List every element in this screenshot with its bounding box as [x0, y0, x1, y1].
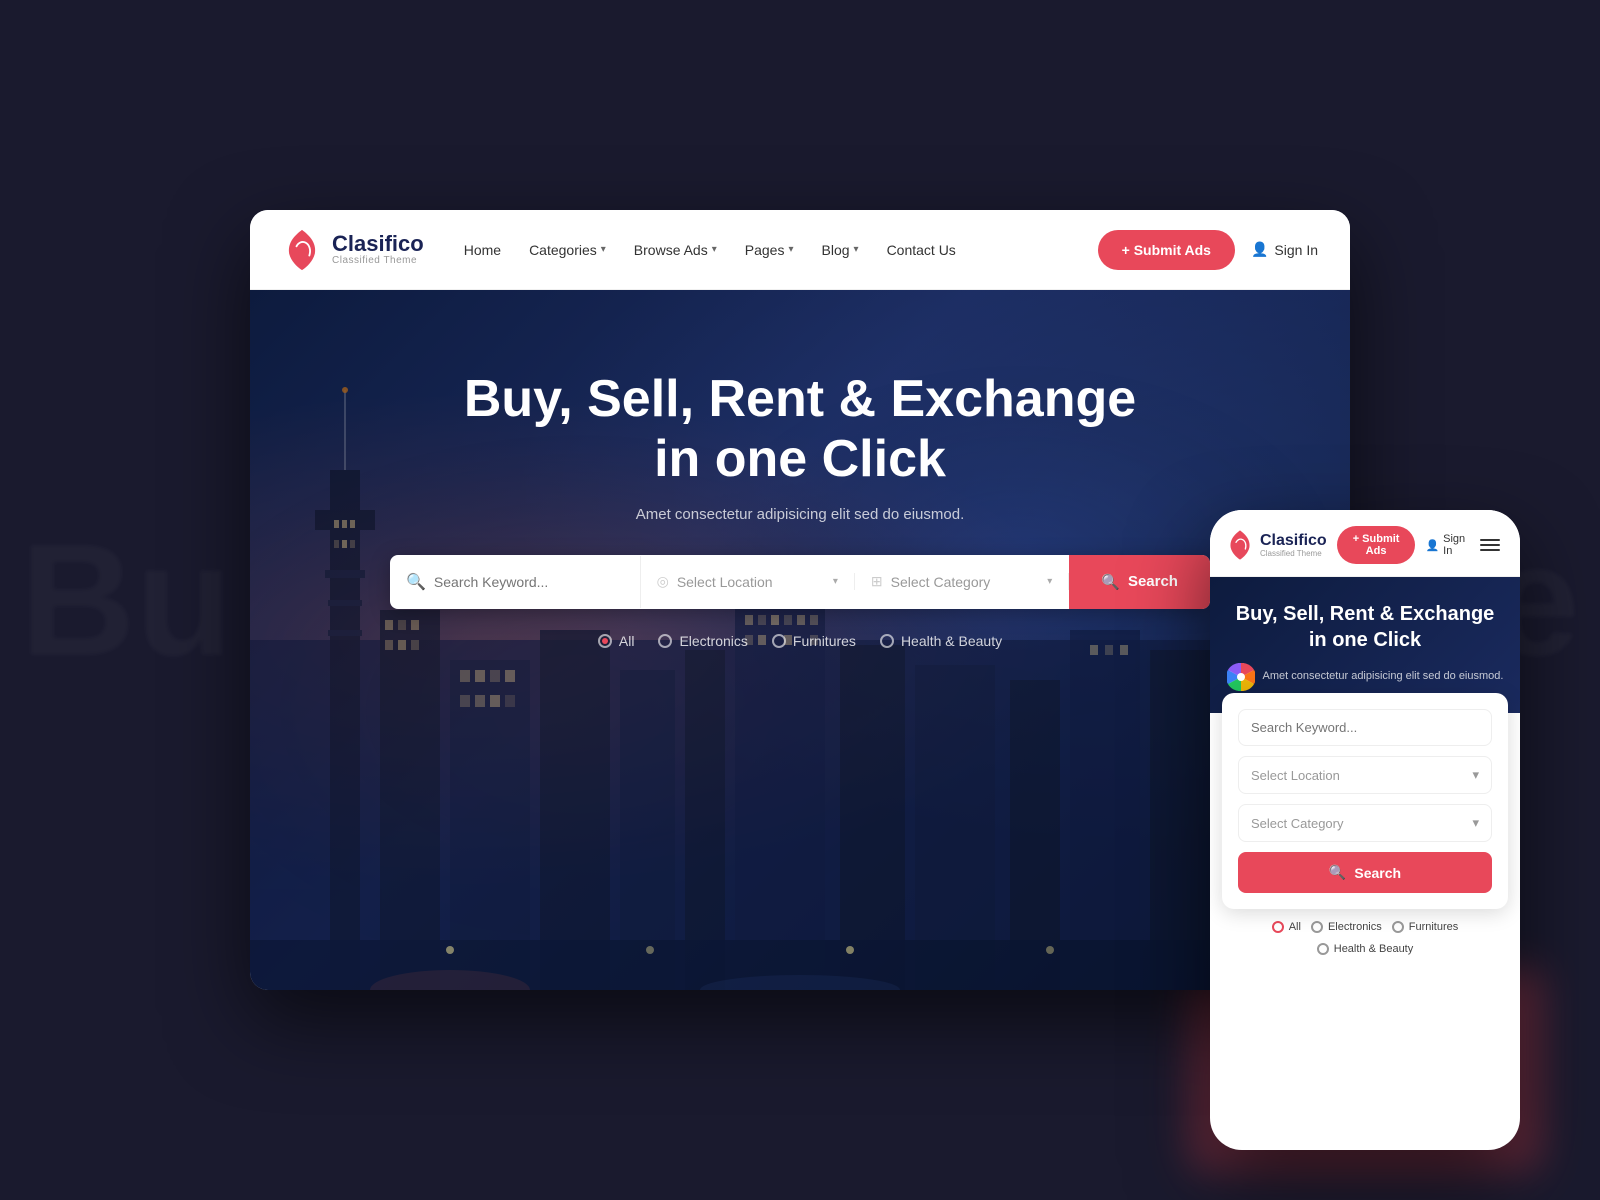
desktop-sign-in-button[interactable]: 👤 Sign In: [1251, 241, 1318, 258]
mobile-location-select[interactable]: Select Location ▾: [1238, 756, 1492, 794]
desktop-hero: Buy, Sell, Rent & Exchange in one Click …: [250, 290, 1350, 990]
logo-icon: [282, 228, 322, 272]
radio-electronics: [658, 634, 672, 648]
mobile-logo[interactable]: Clasifico Classified Theme: [1226, 529, 1327, 561]
mobile-filter-electronics[interactable]: Electronics: [1311, 921, 1382, 933]
desktop-mockup: Clasifico Classified Theme Home Categori…: [250, 210, 1350, 990]
nav-home[interactable]: Home: [464, 242, 501, 258]
search-btn-icon: 🔍: [1101, 573, 1120, 591]
mobile-hamburger-menu[interactable]: [1476, 535, 1504, 555]
browse-ads-chevron-icon: ▾: [712, 244, 717, 255]
hero-subtitle: Amet consectetur adipisicing elit sed do…: [250, 506, 1350, 523]
grid-icon: ⊞: [871, 573, 883, 590]
mobile-category-select[interactable]: Select Category ▾: [1238, 804, 1492, 842]
categories-chevron-icon: ▾: [601, 244, 606, 255]
mobile-filter-tags: All Electronics Furnitures Health & Beau…: [1210, 909, 1520, 955]
hero-title: Buy, Sell, Rent & Exchange in one Click: [450, 370, 1150, 490]
desktop-search-input[interactable]: [434, 556, 624, 608]
filter-furnitures[interactable]: Furnitures: [772, 633, 856, 649]
mobile-user-icon: 👤: [1425, 539, 1439, 552]
mobile-color-wheel-icon: [1227, 663, 1255, 691]
radio-health-beauty: [880, 634, 894, 648]
category-placeholder: Select Category: [891, 574, 991, 590]
mobile-radio-furnitures: [1392, 921, 1404, 933]
mobile-category-arrow-icon: ▾: [1472, 815, 1479, 831]
mobile-radio-electronics: [1311, 921, 1323, 933]
mobile-subtitle: Amet consectetur adipisicing elit sed do…: [1263, 669, 1504, 684]
mobile-submit-ads-button[interactable]: + Submit Ads: [1337, 526, 1416, 564]
filter-all[interactable]: All: [598, 633, 635, 649]
pages-chevron-icon: ▾: [788, 244, 793, 255]
hero-content: Buy, Sell, Rent & Exchange in one Click …: [250, 290, 1350, 649]
blog-chevron-icon: ▾: [854, 244, 859, 255]
mobile-mockup: Clasifico Classified Theme + Submit Ads …: [1210, 510, 1520, 1150]
user-icon: 👤: [1251, 241, 1268, 258]
radio-all: [598, 634, 612, 648]
location-pin-icon: ◎: [657, 573, 669, 590]
logo-title: Clasifico: [332, 233, 424, 255]
mobile-navbar: Clasifico Classified Theme + Submit Ads …: [1210, 510, 1520, 577]
bg-blur-text-left: Bu: [20, 508, 233, 692]
desktop-filter-tags: All Electronics Furnitures Health & Beau…: [250, 633, 1350, 649]
desktop-location-select[interactable]: ◎ Select Location ▾: [641, 573, 855, 590]
hamburger-line-1: [1480, 539, 1500, 541]
mobile-radio-all: [1272, 921, 1284, 933]
nav-contact[interactable]: Contact Us: [887, 242, 956, 258]
mobile-radio-health-beauty: [1317, 943, 1329, 955]
mobile-filter-health-beauty[interactable]: Health & Beauty: [1317, 943, 1414, 955]
mobile-hero-title: Buy, Sell, Rent & Exchange in one Click: [1226, 601, 1504, 653]
filter-health-beauty[interactable]: Health & Beauty: [880, 633, 1002, 649]
nav-pages[interactable]: Pages ▾: [745, 242, 794, 258]
desktop-search-input-wrap: 🔍: [390, 556, 641, 608]
mobile-logo-icon: [1226, 529, 1254, 561]
mobile-location-text: Select Location: [1251, 768, 1340, 783]
desktop-nav-actions: + Submit Ads 👤 Sign In: [1098, 230, 1318, 270]
hamburger-line-3: [1480, 549, 1500, 551]
mobile-logo-subtitle: Classified Theme: [1260, 549, 1327, 558]
logo-text: Clasifico Classified Theme: [332, 233, 424, 266]
mobile-search-btn-icon: 🔍: [1329, 864, 1346, 881]
desktop-logo[interactable]: Clasifico Classified Theme: [282, 228, 424, 272]
mobile-logo-title: Clasifico: [1260, 533, 1327, 549]
mobile-search-input[interactable]: [1238, 709, 1492, 746]
desktop-search-button[interactable]: 🔍 Search: [1069, 555, 1210, 609]
nav-blog[interactable]: Blog ▾: [822, 242, 859, 258]
logo-subtitle: Classified Theme: [332, 255, 424, 266]
desktop-submit-ads-button[interactable]: + Submit Ads: [1098, 230, 1235, 270]
mobile-search-button[interactable]: 🔍 Search: [1238, 852, 1492, 893]
search-icon: 🔍: [406, 572, 426, 592]
desktop-navbar: Clasifico Classified Theme Home Categori…: [250, 210, 1350, 290]
mobile-filter-all[interactable]: All: [1272, 921, 1301, 933]
nav-categories[interactable]: Categories ▾: [529, 242, 606, 258]
mobile-filter-furnitures[interactable]: Furnitures: [1392, 921, 1459, 933]
mobile-location-arrow-icon: ▾: [1472, 767, 1479, 783]
desktop-category-select[interactable]: ⊞ Select Category ▾: [855, 573, 1069, 590]
location-arrow-icon: ▾: [833, 576, 838, 587]
category-arrow-icon: ▾: [1047, 576, 1052, 587]
filter-electronics[interactable]: Electronics: [658, 633, 747, 649]
hamburger-line-2: [1480, 544, 1500, 546]
location-placeholder: Select Location: [677, 574, 773, 590]
mobile-category-text: Select Category: [1251, 816, 1344, 831]
mobile-sign-in[interactable]: 👤 Sign In: [1425, 533, 1466, 557]
mobile-search-card: Select Location ▾ Select Category ▾ 🔍 Se…: [1222, 693, 1508, 909]
desktop-nav-links: Home Categories ▾ Browse Ads ▾ Pages ▾ B…: [464, 242, 1098, 258]
nav-browse-ads[interactable]: Browse Ads ▾: [634, 242, 717, 258]
radio-furnitures: [772, 634, 786, 648]
desktop-search-bar: 🔍 ◎ Select Location ▾ ⊞ Select Category …: [390, 555, 1210, 609]
